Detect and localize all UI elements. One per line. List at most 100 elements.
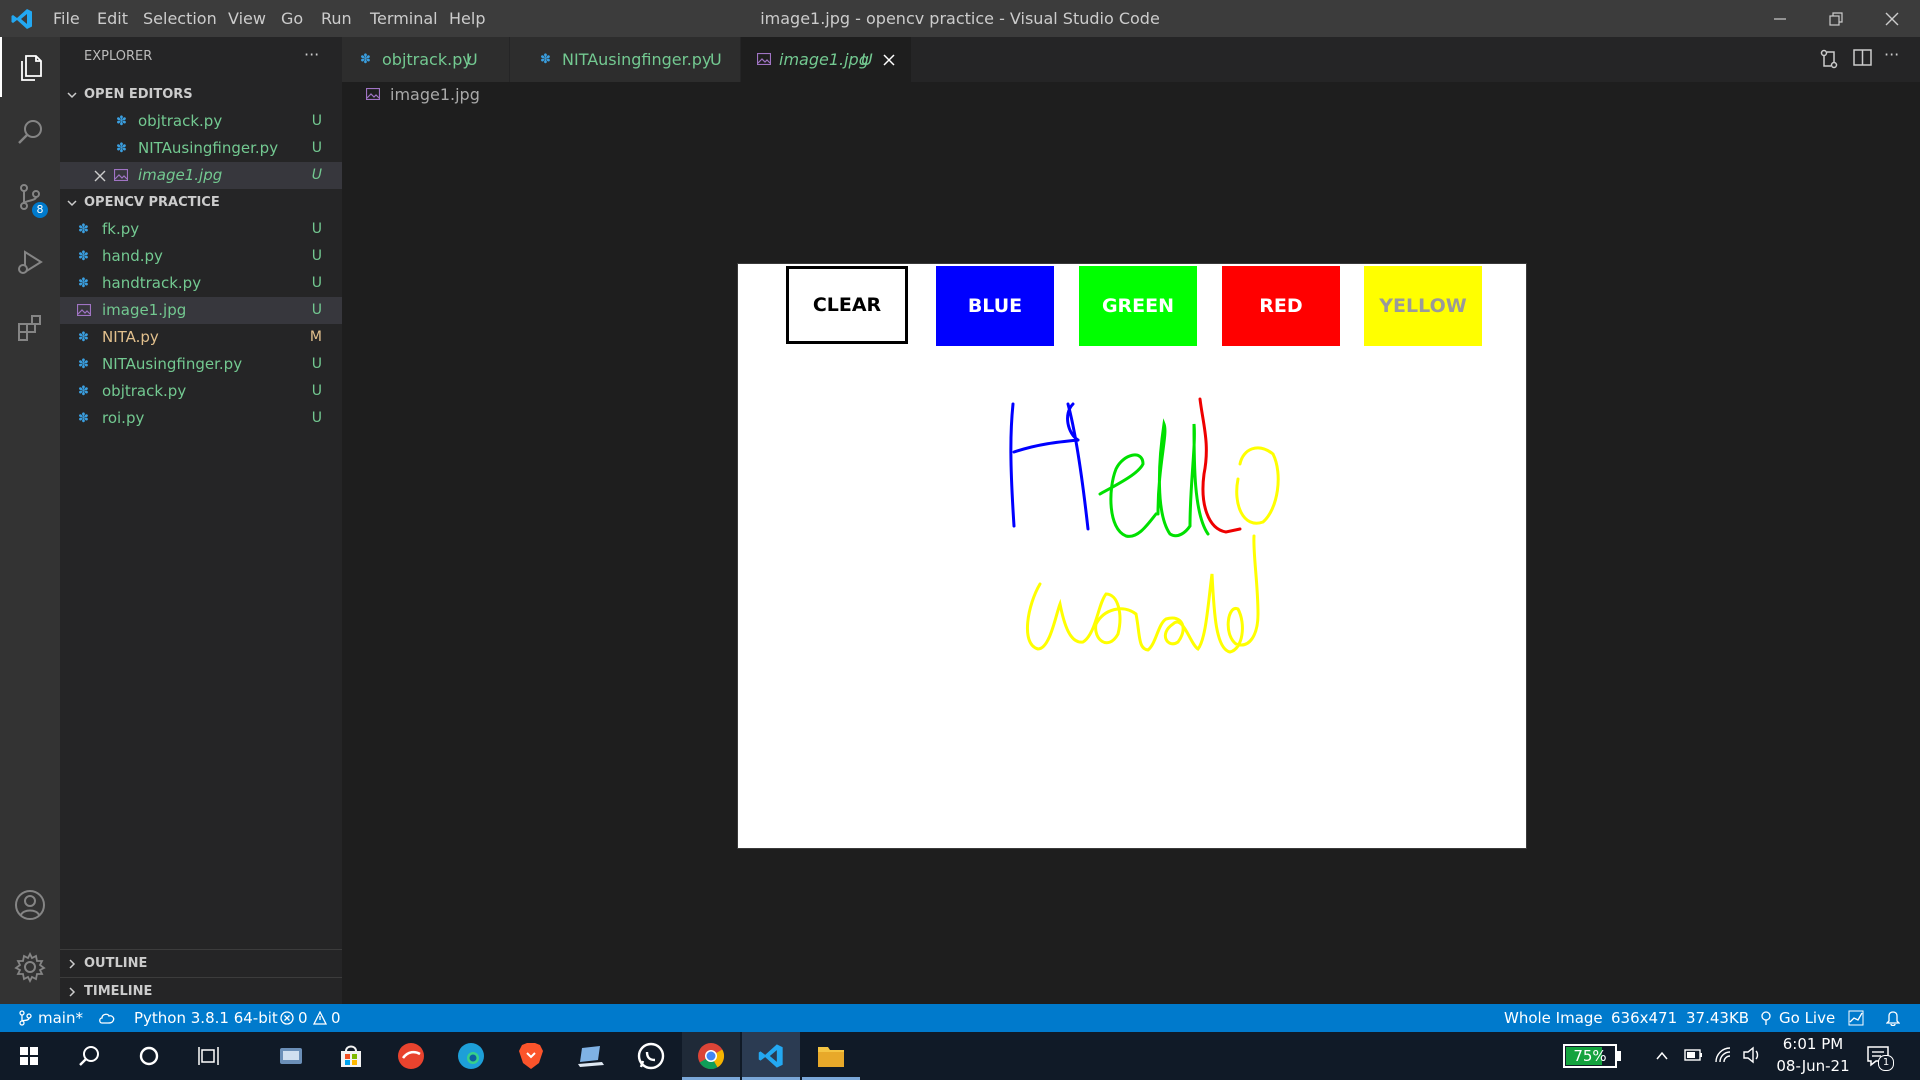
wifi-icon[interactable] <box>1714 1046 1734 1068</box>
extensions-icon[interactable] <box>0 297 60 357</box>
explorer-sidebar: EXPLORER ··· OPEN EDITORS ✽ objtrack.py … <box>60 37 342 1004</box>
python-file-icon: ✽ <box>78 276 89 291</box>
search-icon[interactable] <box>60 1032 118 1080</box>
notifications-bell-icon[interactable] <box>1886 1010 1900 1026</box>
tab-status: U <box>861 50 873 69</box>
python-file-icon: ✽ <box>116 141 127 156</box>
open-editor-item[interactable]: image1.jpg U <box>60 162 342 189</box>
chrome-browser-icon[interactable] <box>682 1032 740 1080</box>
action-center-icon[interactable]: 1 <box>1866 1044 1894 1074</box>
split-editor-icon[interactable] <box>1853 48 1873 72</box>
open-editors-section[interactable]: OPEN EDITORS <box>60 81 342 108</box>
windows-start-icon[interactable] <box>0 1032 58 1080</box>
git-status-badge: U <box>311 167 322 183</box>
cortana-icon[interactable] <box>120 1032 178 1080</box>
menu-go[interactable]: Go <box>281 0 303 37</box>
python-file-icon: ✽ <box>78 249 89 264</box>
open-editors-label: OPEN EDITORS <box>84 87 193 102</box>
timeline-section[interactable]: TIMELINE <box>60 977 342 1005</box>
python-file-icon: ✽ <box>78 222 89 237</box>
task-view-icon[interactable] <box>180 1032 238 1080</box>
file-item[interactable]: ✽ NITAusingfinger.py U <box>60 351 342 378</box>
windows-taskbar: 75% 6:01 PM 08-Jun-21 1 <box>0 1032 1920 1080</box>
more-actions-button[interactable]: ··· <box>304 45 319 64</box>
menu-view[interactable]: View <box>228 0 266 37</box>
menu-file[interactable]: File <box>53 0 80 37</box>
settings-gear-icon[interactable] <box>0 937 60 997</box>
menu-terminal[interactable]: Terminal <box>370 0 438 37</box>
file-item[interactable]: ✽ fk.py U <box>60 216 342 243</box>
source-control-icon[interactable]: 8 <box>0 167 60 227</box>
python-file-icon: ✽ <box>78 357 89 372</box>
menu-run[interactable]: Run <box>321 0 352 37</box>
clock-date[interactable]: 08-Jun-21 <box>1773 1057 1853 1075</box>
battery-tray-icon[interactable] <box>1684 1047 1704 1067</box>
git-status-badge: U <box>311 410 322 426</box>
outline-section[interactable]: OUTLINE <box>60 949 342 977</box>
app-red-icon[interactable] <box>382 1032 440 1080</box>
file-item[interactable]: ✽ hand.py U <box>60 243 342 270</box>
file-name: hand.py <box>102 247 163 265</box>
tab-nitausingfinger[interactable]: ✽ NITAusingfinger.py U <box>510 37 740 82</box>
microsoft-store-icon[interactable] <box>322 1032 380 1080</box>
account-icon[interactable] <box>0 875 60 935</box>
explorer-icon[interactable] <box>0 37 60 97</box>
tab-status: U <box>466 50 478 69</box>
menu-edit[interactable]: Edit <box>97 0 128 37</box>
file-name: NITAusingfinger.py <box>102 355 243 373</box>
chevron-up-icon[interactable] <box>1655 1048 1669 1067</box>
git-status-badge: U <box>311 383 322 399</box>
image-file-icon <box>77 304 91 316</box>
tab-label: NITAusingfinger.py <box>562 50 712 69</box>
minimize-button[interactable] <box>1752 0 1808 37</box>
go-live-button[interactable]: Go Live <box>1779 1004 1835 1032</box>
chevron-right-icon <box>69 959 76 969</box>
close-icon[interactable] <box>94 170 106 182</box>
volume-icon[interactable] <box>1742 1046 1762 1068</box>
brave-browser-icon[interactable] <box>502 1032 560 1080</box>
file-item[interactable]: ✽ handtrack.py U <box>60 270 342 297</box>
file-item[interactable]: ✽ NITA.py M <box>60 324 342 351</box>
battery-indicator[interactable]: 75% <box>1563 1044 1621 1068</box>
open-editor-item[interactable]: ✽ objtrack.py U <box>60 108 342 135</box>
tab-status: U <box>710 50 722 69</box>
sync-cloud-icon[interactable] <box>98 1011 116 1025</box>
explorer-title: EXPLORER <box>84 49 153 64</box>
folder-section[interactable]: OPENCV PRACTICE <box>60 189 342 216</box>
clock-time[interactable]: 6:01 PM <box>1773 1035 1853 1053</box>
tab-image1[interactable]: image1.jpg U <box>741 37 911 82</box>
open-editor-item[interactable]: ✽ NITAusingfinger.py U <box>60 135 342 162</box>
file-explorer-icon[interactable] <box>802 1032 860 1080</box>
image-preview[interactable]: CLEAR BLUE GREEN RED YELLOW <box>737 263 1527 849</box>
editor-more-icon[interactable]: ··· <box>1884 45 1899 64</box>
search-icon[interactable] <box>0 102 60 162</box>
image-dimensions: 636x471 <box>1611 1009 1678 1027</box>
file-manager-app-icon[interactable] <box>262 1032 320 1080</box>
restore-button[interactable] <box>1808 0 1864 37</box>
open-editor-name: objtrack.py <box>138 112 223 130</box>
menu-help[interactable]: Help <box>449 0 485 37</box>
whatsapp-icon[interactable] <box>622 1032 680 1080</box>
file-item[interactable]: image1.jpg U <box>60 297 342 324</box>
file-item[interactable]: ✽ roi.py U <box>60 405 342 432</box>
vscode-taskbar-icon[interactable] <box>742 1032 800 1080</box>
notification-count: 1 <box>1878 1055 1894 1071</box>
feedback-icon[interactable] <box>1848 1010 1864 1026</box>
image-zoom-mode[interactable]: Whole Image <box>1504 1004 1603 1032</box>
menu-selection[interactable]: Selection <box>143 0 217 37</box>
edge-browser-icon[interactable] <box>442 1032 500 1080</box>
close-tab-icon[interactable] <box>883 54 895 66</box>
laptop-app-icon[interactable] <box>562 1032 620 1080</box>
warning-icon <box>313 1011 327 1025</box>
open-changes-icon[interactable] <box>1818 48 1840 74</box>
git-status-badge: U <box>311 140 322 156</box>
python-interpreter[interactable]: Python 3.8.1 64-bit <box>134 1004 278 1032</box>
branch-indicator[interactable]: main* <box>38 1004 83 1032</box>
file-item[interactable]: ✽ objtrack.py U <box>60 378 342 405</box>
tab-objtrack[interactable]: ✽ objtrack.py U <box>342 37 509 82</box>
editor-tab-bar: ✽ objtrack.py U ✽ NITAusingfinger.py U i… <box>342 37 1920 82</box>
run-debug-icon[interactable] <box>0 232 60 292</box>
file-name: image1.jpg <box>102 301 187 319</box>
handwriting-drawing <box>1009 397 1280 654</box>
close-window-button[interactable] <box>1864 0 1920 37</box>
